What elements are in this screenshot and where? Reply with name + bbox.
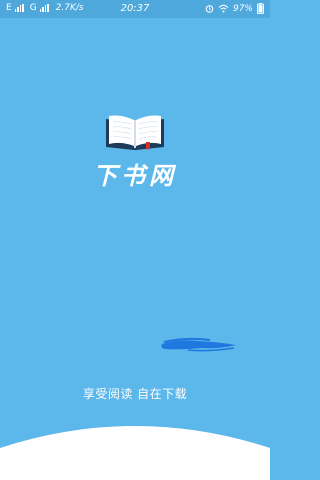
status-bar: E G 2.7K/s 20:37 97% bbox=[0, 0, 270, 18]
brand-title: 下书网 bbox=[93, 161, 177, 190]
redaction-scribble bbox=[161, 337, 236, 352]
bottom-panel bbox=[0, 426, 270, 480]
battery-percent: 97% bbox=[232, 3, 253, 14]
battery-icon bbox=[257, 3, 264, 14]
tagline: 享受阅读 自在下载 bbox=[82, 387, 188, 401]
status-right: 97% bbox=[205, 3, 264, 14]
wifi-icon bbox=[218, 4, 229, 13]
alarm-icon bbox=[205, 5, 214, 13]
open-book-icon bbox=[106, 115, 164, 150]
